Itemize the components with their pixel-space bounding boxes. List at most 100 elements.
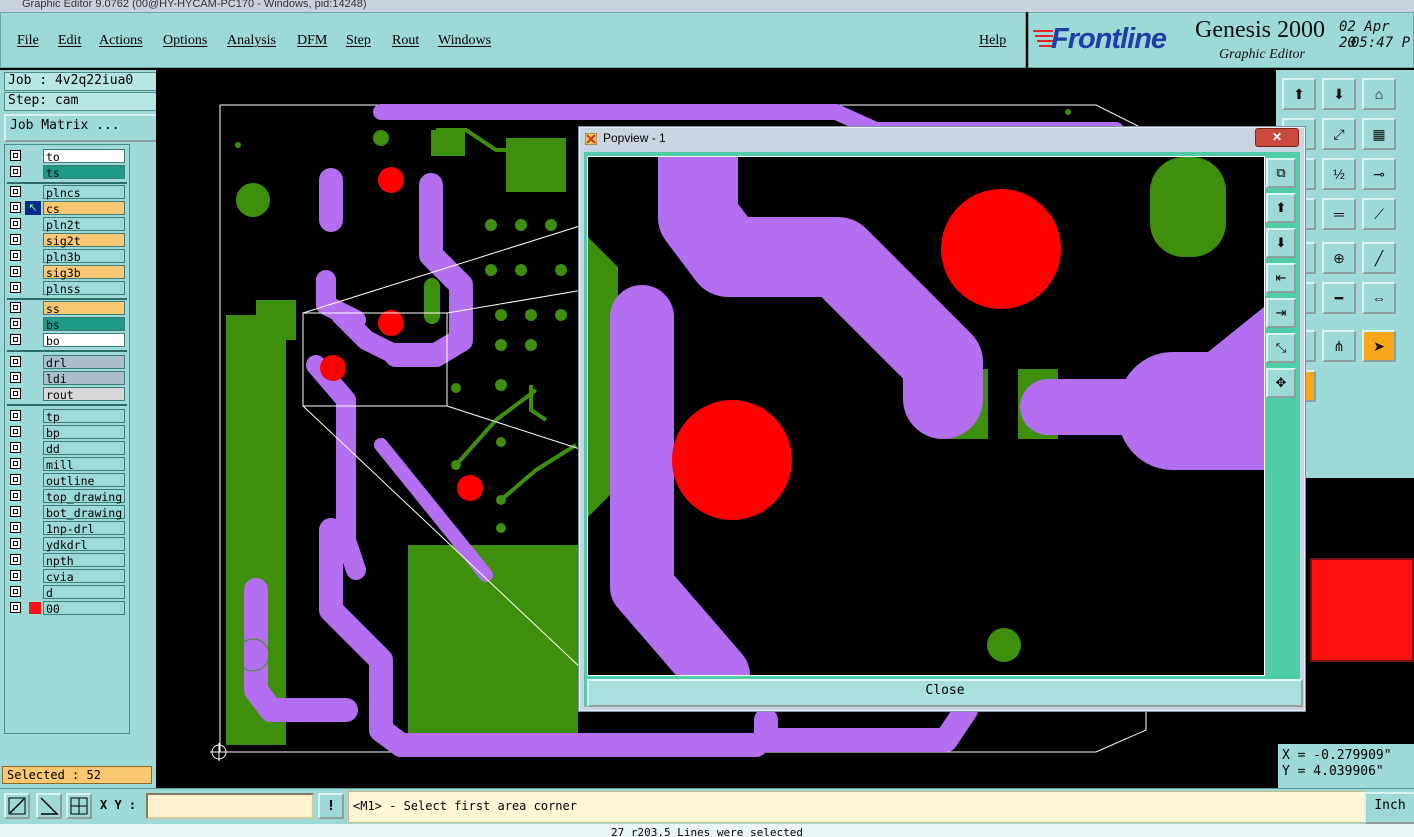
grid-tool-button[interactable]: ▦ (1362, 118, 1396, 150)
layer-checkbox[interactable] (10, 522, 21, 533)
layer-checkbox[interactable] (10, 302, 21, 313)
layer-name[interactable]: ldi (43, 371, 125, 386)
layer-row-ydkdrl[interactable]: ydkdrl (7, 537, 127, 552)
layer-name[interactable]: plnss (43, 281, 125, 296)
layer-row-pln2t[interactable]: pln2t (7, 217, 127, 232)
layer-row-ldi[interactable]: ldi (7, 371, 127, 386)
popview-canvas[interactable] (587, 156, 1265, 676)
layer-name[interactable]: sig2t (43, 233, 125, 248)
select-arrow-tool-button[interactable]: ➤ (1362, 330, 1396, 362)
zoom-home-tool-button[interactable]: ⬆ (1282, 78, 1316, 110)
layer-checkbox[interactable] (10, 234, 21, 245)
layer-checkbox[interactable] (10, 426, 21, 437)
alert-button[interactable]: ! (318, 793, 344, 819)
window-close-button[interactable]: ✕ (1255, 128, 1299, 147)
layer-checkbox[interactable] (10, 388, 21, 399)
layer-row-mill[interactable]: mill (7, 457, 127, 472)
add-pad-tool-button[interactable]: ⊕ (1322, 242, 1356, 274)
slash-tool-button[interactable]: ⟋ (1362, 198, 1396, 230)
job-matrix-button[interactable]: Job Matrix ... (4, 114, 158, 142)
menu-actions[interactable]: Actions (99, 33, 143, 49)
menu-dfm[interactable]: DFM (297, 33, 327, 49)
layer-row-dd[interactable]: dd (7, 441, 127, 456)
horizontal-line-tool-button[interactable]: ━ (1322, 282, 1356, 314)
layer-checkbox[interactable] (10, 570, 21, 581)
menu-rout[interactable]: Rout (392, 33, 419, 49)
layer-name[interactable]: 00 (43, 601, 125, 616)
layer-row-bot-drawing[interactable]: bot_drawing (7, 505, 127, 520)
layer-row-to[interactable]: to (7, 149, 127, 164)
layer-name[interactable]: tp (43, 409, 125, 424)
menu-file[interactable]: File (17, 33, 39, 49)
layer-name[interactable]: to (43, 149, 125, 164)
layer-row-npth[interactable]: npth (7, 553, 127, 568)
layer-row-outline[interactable]: outline (7, 473, 127, 488)
layer-name[interactable]: drl (43, 355, 125, 370)
layer-checkbox[interactable] (10, 442, 21, 453)
menu-help[interactable]: Help (979, 33, 1006, 49)
layer-name[interactable]: outline (43, 473, 125, 488)
house-tool-button[interactable]: ⌂ (1362, 78, 1396, 110)
layer-row-d[interactable]: d (7, 585, 127, 600)
zoom-out-button[interactable]: ⬇ (1266, 228, 1296, 258)
layer-name[interactable]: mill (43, 457, 125, 472)
layer-row-plnss[interactable]: plnss (7, 281, 127, 296)
layer-checkbox[interactable] (10, 474, 21, 485)
fit-zoom-tool-button[interactable]: ⤢ (1322, 118, 1356, 150)
zoom-in-button[interactable]: ⬆ (1266, 193, 1296, 223)
layer-name[interactable]: cs (43, 201, 125, 216)
popview-close-button[interactable]: Close (587, 679, 1303, 707)
layer-name[interactable]: sig3b (43, 265, 125, 280)
layer-checkbox[interactable] (10, 372, 21, 383)
layer-checkbox[interactable] (10, 356, 21, 367)
layer-row-drl[interactable]: drl (7, 355, 127, 370)
layer-name[interactable]: ydkdrl (43, 537, 125, 552)
layer-name[interactable]: rout (43, 387, 125, 402)
pan-down-tool-button[interactable]: ⬇ (1322, 78, 1356, 110)
line-tool-button[interactable]: ╱ (1362, 242, 1396, 274)
layer-name[interactable]: bs (43, 317, 125, 332)
layer-checkbox[interactable] (10, 410, 21, 421)
layer-row-pln3b[interactable]: pln3b (7, 249, 127, 264)
zoom-fit-button[interactable]: ⧉ (1266, 158, 1296, 188)
angle-mode-button[interactable] (36, 793, 62, 819)
layer-row-sig2t[interactable]: sig2t (7, 233, 127, 248)
resize-tool-button[interactable]: ⇔ (1362, 282, 1396, 314)
layer-row-bs[interactable]: bs (7, 317, 127, 332)
layer-name[interactable]: bo (43, 333, 125, 348)
menu-step[interactable]: Step (346, 33, 371, 49)
layer-row-ss[interactable]: ss (7, 301, 127, 316)
layer-checkbox[interactable] (10, 186, 21, 197)
layer-checkbox[interactable] (10, 282, 21, 293)
pan-left-button[interactable]: ⇤ (1266, 263, 1296, 293)
layer-row-tp[interactable]: tp (7, 409, 127, 424)
layer-name[interactable]: pln3b (43, 249, 125, 264)
layer-row-00[interactable]: 00 (7, 601, 127, 616)
layer-checkbox[interactable] (10, 266, 21, 277)
layer-name[interactable]: cvia (43, 569, 125, 584)
layer-row-cvia[interactable]: cvia (7, 569, 127, 584)
layer-name[interactable]: npth (43, 553, 125, 568)
layer-name[interactable]: top_drawing (43, 489, 125, 504)
layer-checkbox[interactable] (10, 166, 21, 177)
zoom-area-button[interactable]: ⤡ (1266, 333, 1296, 363)
layer-name[interactable]: 1np-drl (43, 521, 125, 536)
layer-row-bp[interactable]: bp (7, 425, 127, 440)
layer-name[interactable]: ss (43, 301, 125, 316)
layer-name[interactable]: bot_drawing (43, 505, 125, 520)
layer-checkbox[interactable] (10, 586, 21, 597)
layer-name[interactable]: pln2t (43, 217, 125, 232)
layer-name[interactable]: bp (43, 425, 125, 440)
units-button[interactable]: Inch (1364, 792, 1414, 824)
snap-mode-button[interactable] (4, 793, 30, 819)
layer-checkbox[interactable] (10, 250, 21, 261)
layer-row-1np-drl[interactable]: 1np-drl (7, 521, 127, 536)
layer-checkbox[interactable] (10, 554, 21, 565)
layer-checkbox[interactable] (10, 202, 21, 213)
layer-checkbox[interactable] (10, 218, 21, 229)
layer-row-cs[interactable]: ↖ cs (7, 201, 127, 216)
layer-checkbox[interactable] (10, 490, 21, 501)
layer-name[interactable]: d (43, 585, 125, 600)
xy-input[interactable] (146, 793, 314, 819)
ruler-tool-button[interactable]: ═ (1322, 198, 1356, 230)
